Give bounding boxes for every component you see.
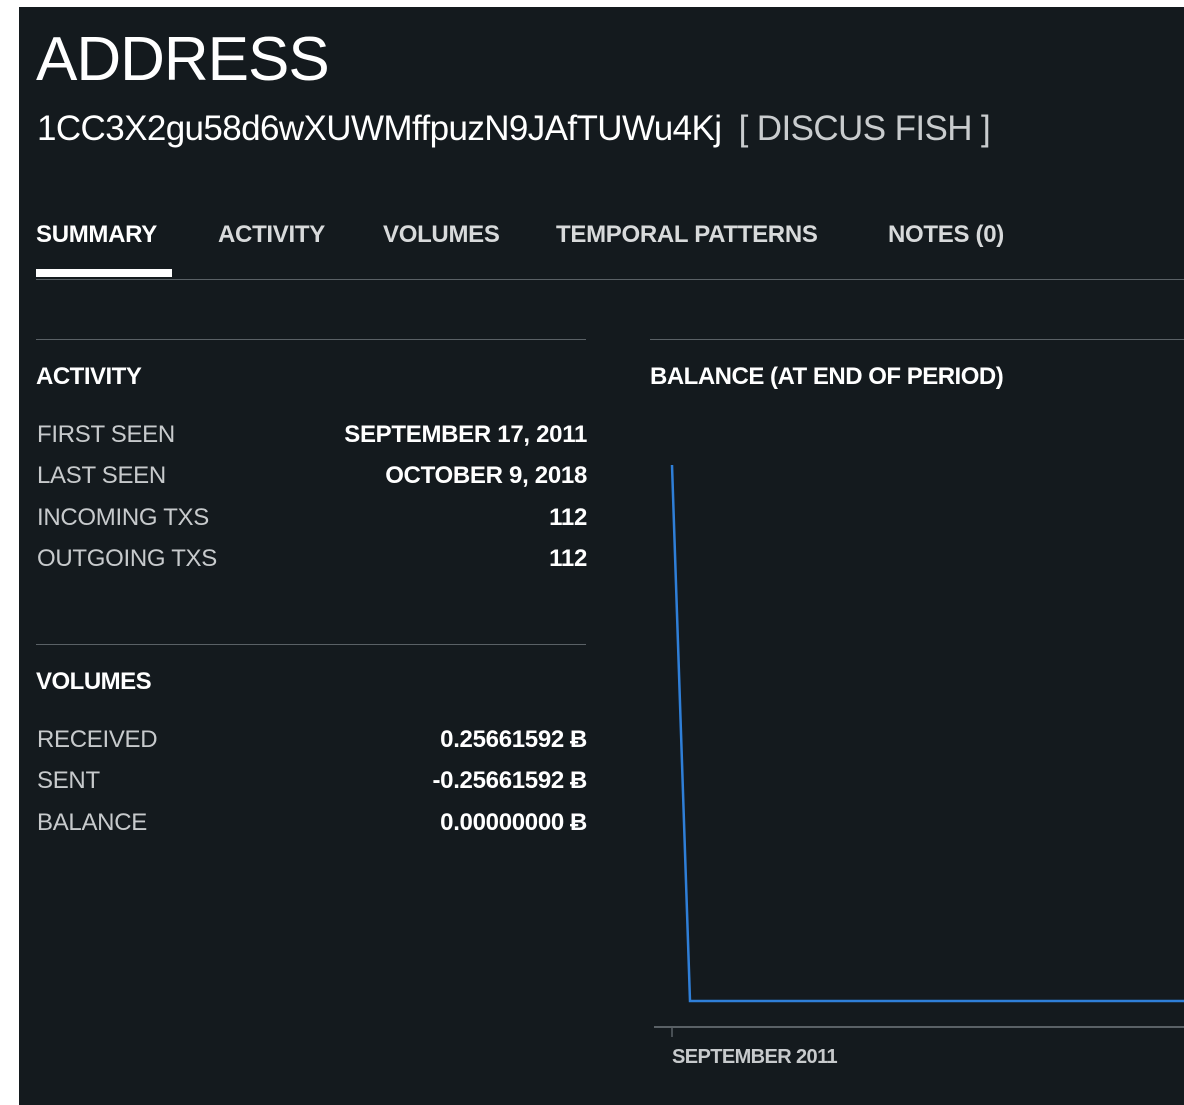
sent-label: SENT	[37, 767, 100, 794]
bitcoin-icon: Ƀ	[569, 726, 587, 753]
balance-chart[interactable]: SEPTEMBER 2011	[650, 427, 1184, 1087]
last-seen-value: OCTOBER 9, 2018	[385, 462, 587, 489]
balance-row: BALANCE 0.00000000 Ƀ	[37, 809, 587, 839]
tab-bar: SUMMARY ACTIVITY VOLUMES TEMPORAL PATTER…	[36, 221, 1184, 280]
sent-value: -0.25661592	[432, 767, 564, 794]
tab-temporal-patterns[interactable]: TEMPORAL PATTERNS	[556, 221, 818, 249]
volumes-section-title: VOLUMES	[36, 668, 152, 695]
received-label: RECEIVED	[37, 726, 158, 753]
outgoing-txs-label: OUTGOING TXS	[37, 545, 217, 572]
balance-series-line	[670, 464, 1184, 1003]
tab-summary[interactable]: SUMMARY	[36, 221, 172, 277]
balance-value: 0.00000000	[440, 809, 564, 836]
balance-chart-title: BALANCE (AT END OF PERIOD)	[650, 363, 1004, 390]
sent-row: SENT -0.25661592 Ƀ	[37, 767, 587, 797]
address-panel: ADDRESS 1CC3X2gu58d6wXUWMffpuzN9JAfTUWu4…	[19, 7, 1184, 1105]
tab-summary-label: SUMMARY	[36, 221, 158, 248]
received-value: 0.25661592	[440, 726, 564, 753]
tab-activity-label: ACTIVITY	[218, 221, 325, 248]
first-seen-label: FIRST SEEN	[37, 421, 175, 448]
sent-amount: -0.25661592 Ƀ	[432, 767, 587, 795]
outgoing-txs-row: OUTGOING TXS 112	[37, 545, 587, 575]
outgoing-txs-value: 112	[549, 545, 587, 572]
balance-label: BALANCE	[37, 809, 147, 836]
activity-section-title: ACTIVITY	[36, 363, 142, 390]
incoming-txs-value: 112	[549, 504, 587, 531]
x-axis-tick-label: SEPTEMBER 2011	[672, 1046, 837, 1068]
active-tab-indicator	[36, 269, 172, 277]
activity-divider	[36, 339, 586, 340]
received-row: RECEIVED 0.25661592 Ƀ	[37, 726, 587, 756]
first-seen-row: FIRST SEEN SEPTEMBER 17, 2011	[37, 421, 587, 451]
page-title: ADDRESS	[36, 25, 330, 94]
address-hash: 1CC3X2gu58d6wXUWMffpuzN9JAfTUWu4Kj	[37, 109, 722, 148]
bitcoin-icon: Ƀ	[569, 809, 587, 836]
balance-amount: 0.00000000 Ƀ	[440, 809, 587, 837]
incoming-txs-label: INCOMING TXS	[37, 504, 209, 531]
bitcoin-icon: Ƀ	[569, 767, 587, 794]
balance-chart-divider	[650, 339, 1184, 340]
tab-temporal-patterns-label: TEMPORAL PATTERNS	[556, 221, 818, 248]
last-seen-label: LAST SEEN	[37, 462, 166, 489]
tab-volumes[interactable]: VOLUMES	[383, 221, 500, 249]
incoming-txs-row: INCOMING TXS 112	[37, 504, 587, 534]
volumes-divider	[36, 644, 586, 645]
tab-volumes-label: VOLUMES	[383, 221, 500, 248]
received-amount: 0.25661592 Ƀ	[440, 726, 587, 754]
tab-notes-label: NOTES (0)	[888, 221, 1004, 248]
last-seen-row: LAST SEEN OCTOBER 9, 2018	[37, 462, 587, 492]
tab-activity[interactable]: ACTIVITY	[218, 221, 325, 249]
address-tag: [ DISCUS FISH ]	[738, 109, 991, 148]
balance-chart-svg: SEPTEMBER 2011	[654, 464, 1184, 1068]
tab-notes[interactable]: NOTES (0)	[888, 221, 1004, 249]
address-header: 1CC3X2gu58d6wXUWMffpuzN9JAfTUWu4Kj [ DIS…	[37, 109, 991, 148]
first-seen-value: SEPTEMBER 17, 2011	[344, 421, 587, 448]
